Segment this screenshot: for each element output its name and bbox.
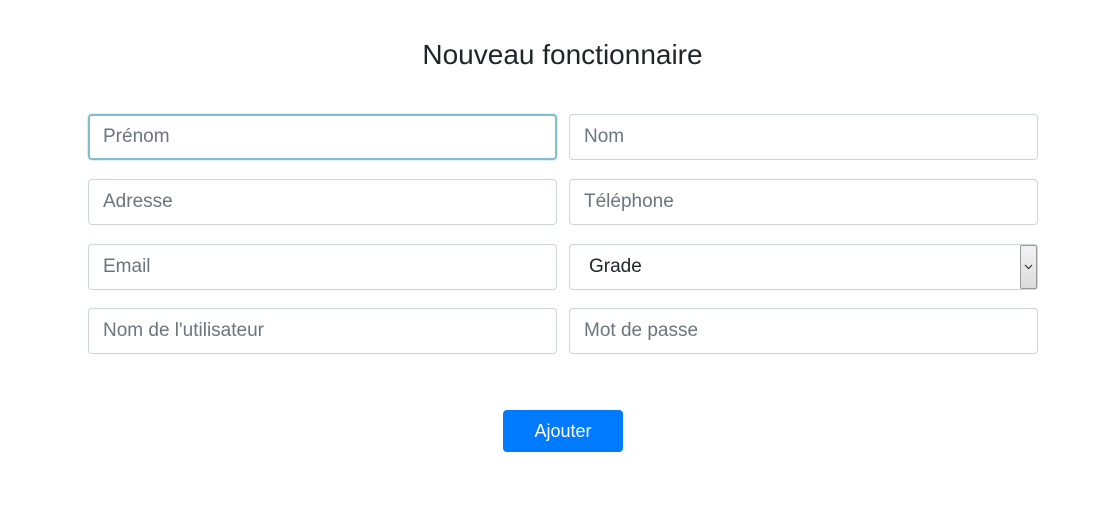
chevron-down-icon[interactable]	[1020, 245, 1037, 289]
username-input[interactable]	[88, 308, 557, 354]
phone-input[interactable]	[569, 179, 1038, 225]
grade-select-value: Grade	[589, 256, 642, 277]
new-employee-page: Nouveau fonctionnaire Grade Ajouter	[0, 0, 1107, 532]
first-name-input[interactable]	[88, 114, 557, 160]
add-button[interactable]: Ajouter	[503, 410, 623, 452]
password-input[interactable]	[569, 308, 1038, 354]
last-name-input[interactable]	[569, 114, 1038, 160]
page-title: Nouveau fonctionnaire	[422, 39, 703, 70]
grade-select[interactable]: Grade	[569, 244, 1038, 290]
address-input[interactable]	[88, 179, 557, 225]
email-input[interactable]	[88, 244, 557, 290]
